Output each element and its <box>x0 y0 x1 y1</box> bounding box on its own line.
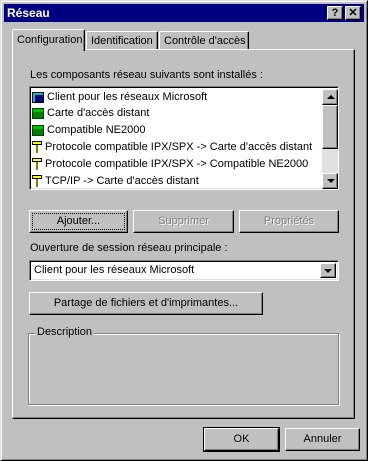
list-item[interactable]: Client pour les réseaux Microsoft <box>32 89 207 105</box>
description-label: Description <box>35 326 95 338</box>
arrow-up-icon <box>327 95 335 99</box>
list-item-label: TCP/IP -> Carte d'accès distant <box>45 175 199 187</box>
add-button[interactable]: Ajouter... <box>29 210 128 233</box>
tab-access-control[interactable]: Contrôle d'accès <box>159 31 249 51</box>
list-item-label: Protocole compatible IPX/SPX -> Carte d'… <box>45 141 313 153</box>
components-list[interactable]: Client pour les réseaux Microsoft Carte … <box>29 86 339 190</box>
tab-label: Contrôle d'accès <box>164 35 246 47</box>
add-button-label: Ajouter... <box>56 215 101 227</box>
ok-button[interactable]: OK <box>204 428 279 451</box>
components-scrollbar[interactable] <box>322 89 338 189</box>
logon-select-value: Client pour les réseaux Microsoft <box>34 264 195 276</box>
arrow-down-icon <box>327 179 335 183</box>
scroll-thumb[interactable] <box>322 105 338 149</box>
list-item[interactable]: Protocole compatible IPX/SPX -> Compatib… <box>32 156 308 172</box>
close-button[interactable]: ✕ <box>345 6 361 20</box>
protocol-icon <box>32 158 42 171</box>
dropdown-button[interactable] <box>320 263 336 278</box>
protocol-icon <box>32 175 42 188</box>
description-group: Description <box>28 326 339 405</box>
list-item[interactable]: Compatible NE2000 <box>32 122 145 138</box>
cancel-button[interactable]: Annuler <box>285 428 360 451</box>
tab-label: Identification <box>91 35 153 47</box>
ok-button-label: OK <box>233 433 250 445</box>
help-button[interactable]: ? <box>327 6 343 20</box>
list-item-label: Client pour les réseaux Microsoft <box>47 91 208 103</box>
list-item[interactable]: Carte d'accès distant <box>32 105 149 121</box>
properties-button[interactable]: Propriétés <box>239 210 339 233</box>
title-bar[interactable]: Réseau ? ✕ <box>4 4 364 22</box>
logon-label: Ouverture de session réseau principale : <box>30 242 228 254</box>
cancel-button-label: Annuler <box>303 433 342 445</box>
list-item-label: Compatible NE2000 <box>47 124 146 136</box>
remove-button-label: Supprimer <box>158 215 209 227</box>
sharing-button-label: Partage de fichiers et d'imprimantes... <box>53 297 239 309</box>
properties-button-label: Propriétés <box>263 215 315 227</box>
logon-select[interactable]: Client pour les réseaux Microsoft <box>29 260 339 281</box>
list-item-label: Carte d'accès distant <box>47 107 150 119</box>
scroll-up-button[interactable] <box>322 89 338 105</box>
remove-button[interactable]: Supprimer <box>133 210 234 233</box>
components-label: Les composants réseau suivants sont inst… <box>30 69 263 81</box>
network-dialog: Réseau ? ✕ Configuration Identification … <box>0 0 368 461</box>
tab-label: Configuration <box>17 34 83 46</box>
list-item-label: Protocole compatible IPX/SPX -> Compatib… <box>45 158 309 170</box>
window-title: Réseau <box>7 6 50 20</box>
list-item[interactable]: Protocole compatible IPX/SPX -> Carte d'… <box>32 139 312 155</box>
chevron-down-icon <box>324 269 332 273</box>
scroll-down-button[interactable] <box>322 173 338 189</box>
tab-identification[interactable]: Identification <box>86 31 158 51</box>
network-card-icon <box>32 107 44 119</box>
network-client-icon <box>32 91 44 103</box>
file-printer-sharing-button[interactable]: Partage de fichiers et d'imprimantes... <box>29 292 263 315</box>
tab-configuration[interactable]: Configuration <box>12 29 85 51</box>
network-card-icon <box>32 124 44 136</box>
list-item[interactable]: TCP/IP -> Carte d'accès distant <box>32 173 199 189</box>
close-icon: ✕ <box>348 7 358 19</box>
help-icon: ? <box>331 7 339 19</box>
protocol-icon <box>32 141 42 154</box>
